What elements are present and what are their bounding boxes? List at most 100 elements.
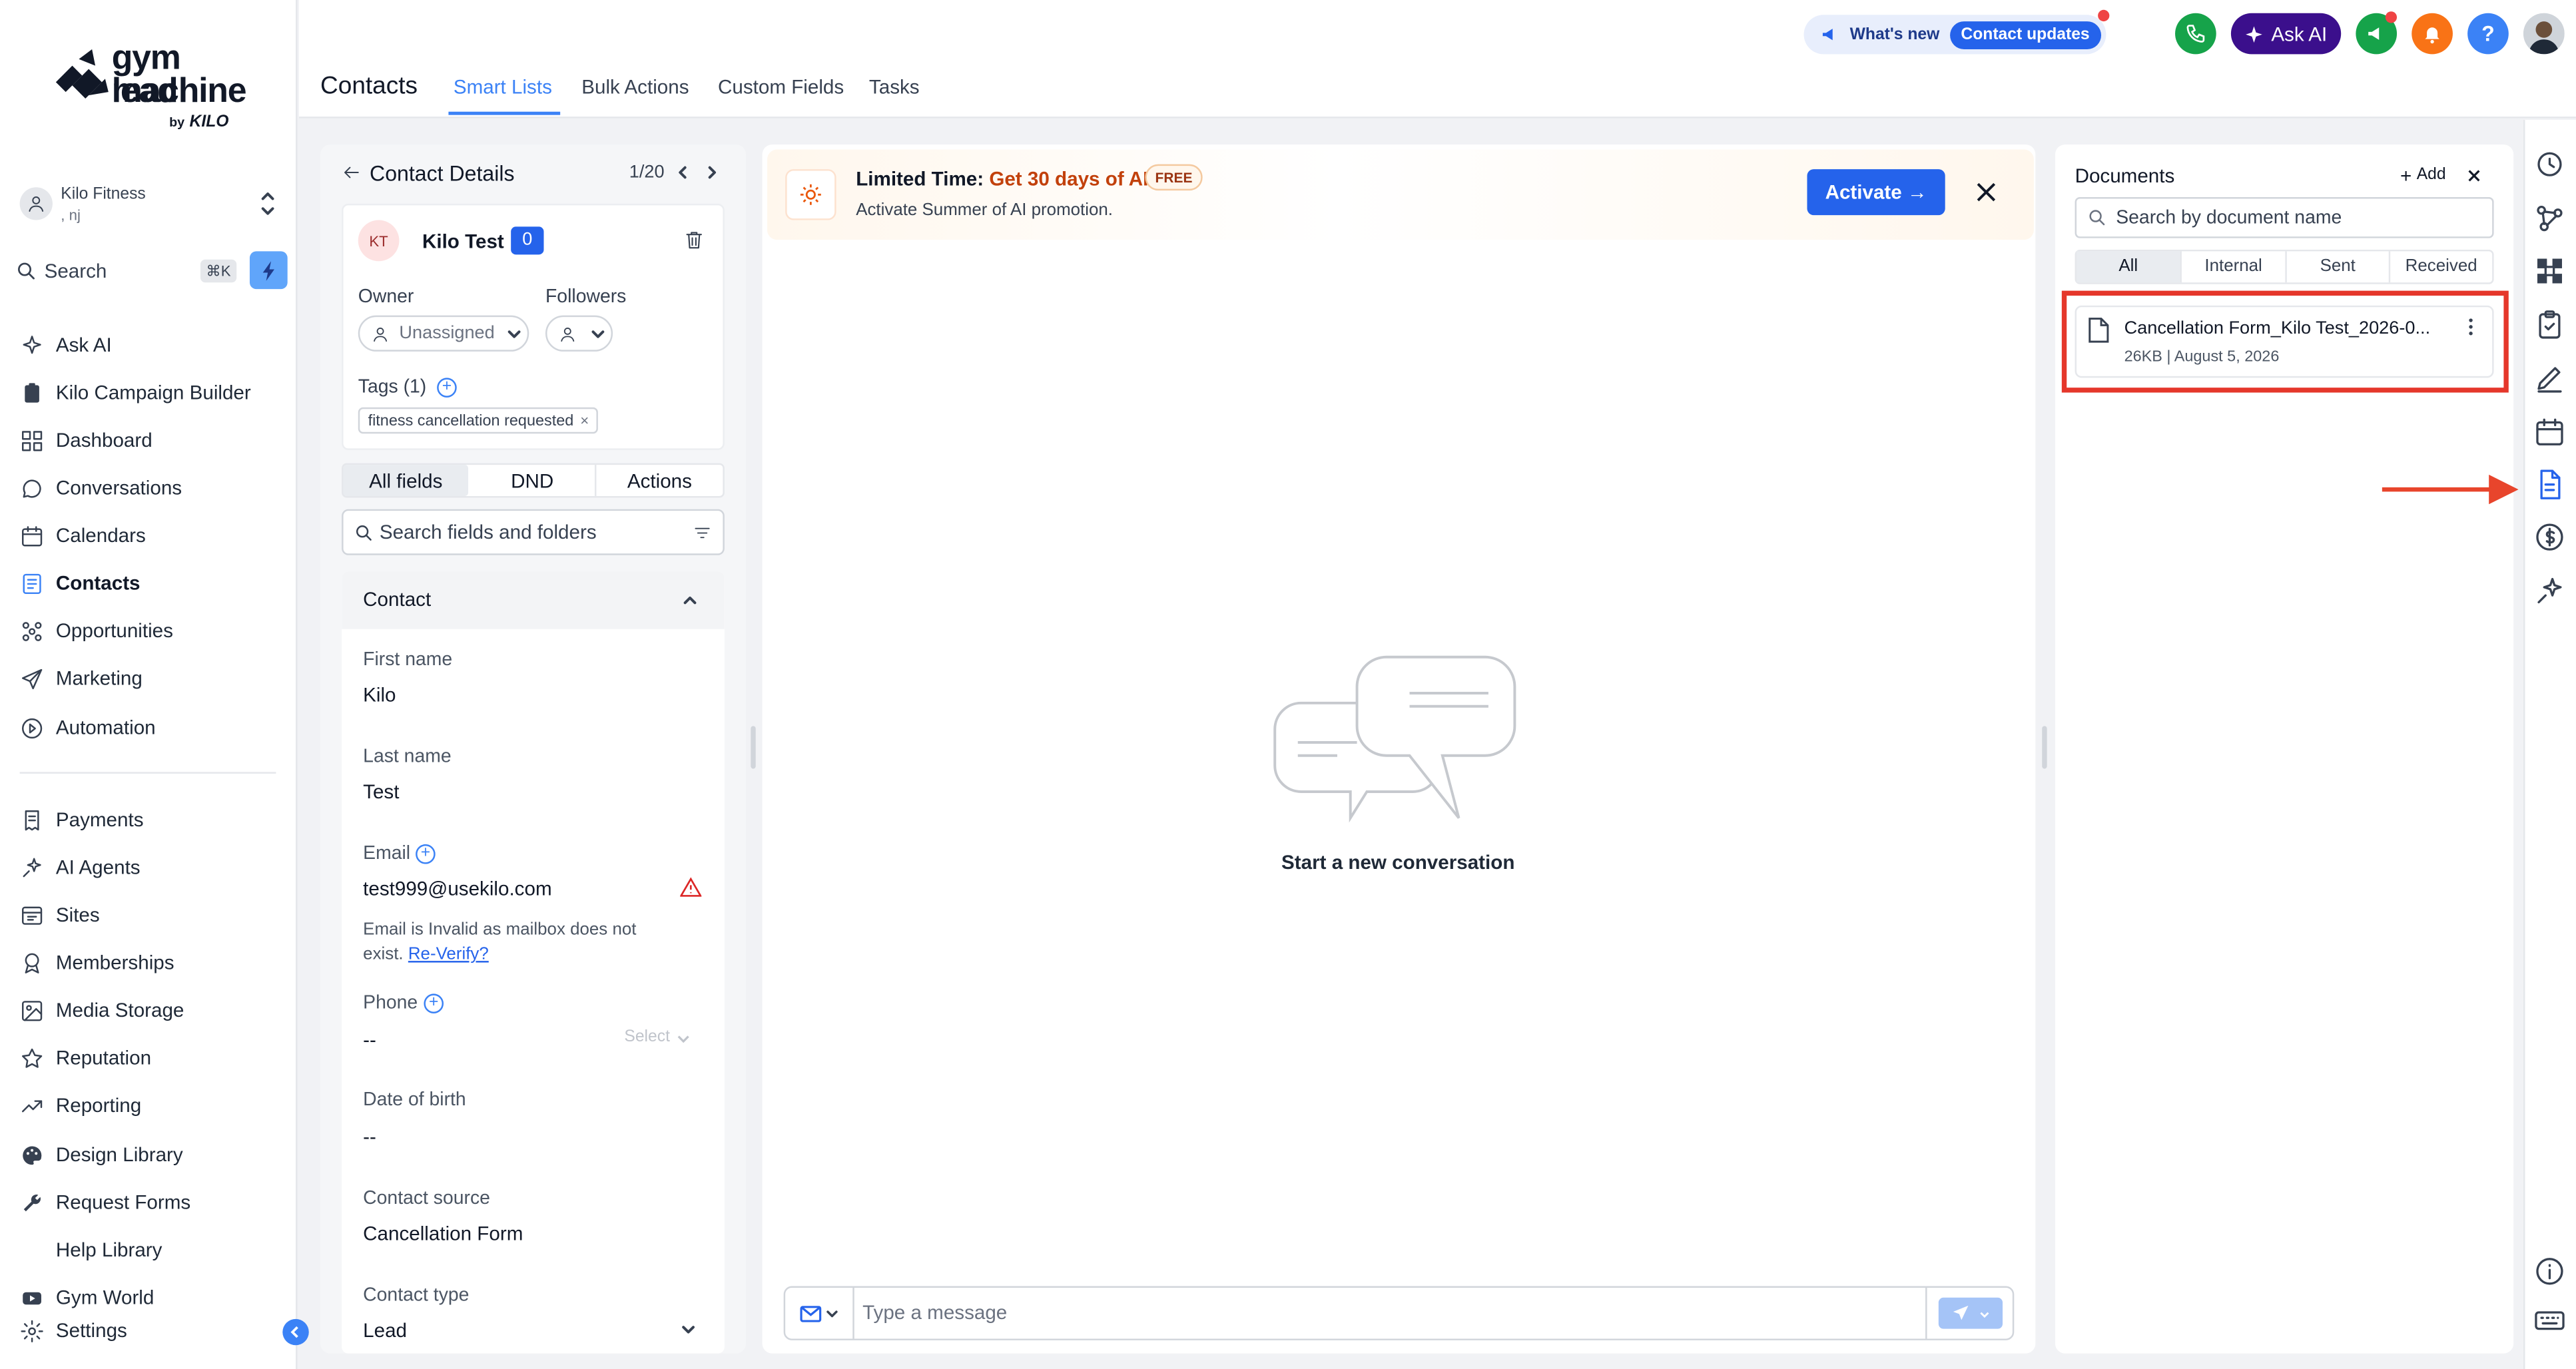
nav-settings[interactable]: Settings: [20, 1314, 127, 1346]
last-name-value[interactable]: Test: [363, 780, 399, 804]
calendar-icon[interactable]: [2533, 415, 2566, 448]
nav-memberships[interactable]: Memberships: [20, 946, 174, 979]
chevron-right-icon[interactable]: [703, 164, 720, 181]
documents-icon[interactable]: [2533, 468, 2566, 501]
nav-sites[interactable]: Sites: [20, 898, 100, 931]
opportunities-icon[interactable]: [2533, 254, 2566, 287]
contact-type-value[interactable]: Lead: [363, 1319, 407, 1342]
phone-value[interactable]: --: [363, 1028, 376, 1051]
tab-dnd[interactable]: DND: [470, 465, 595, 496]
nav-automation-label: Automation: [55, 716, 156, 740]
nav-marketing[interactable]: Marketing: [20, 662, 143, 694]
whats-new-pill[interactable]: What's new Contact updates: [1803, 15, 2106, 55]
doc-tab-internal[interactable]: Internal: [2180, 251, 2285, 283]
email-warning: Email is Invalid as mailbox does not exi…: [363, 918, 675, 967]
user-avatar[interactable]: [2523, 13, 2565, 55]
nav-conversations[interactable]: Conversations: [20, 471, 182, 504]
nav-help-library[interactable]: Help Library: [56, 1234, 162, 1266]
filter-icon[interactable]: [693, 523, 711, 541]
help-button[interactable]: ?: [2467, 13, 2509, 55]
pen-icon[interactable]: [2533, 362, 2566, 394]
nav-reputation[interactable]: Reputation: [20, 1041, 151, 1074]
quick-action-button[interactable]: [249, 251, 288, 290]
ask-ai-button[interactable]: Ask AI: [2230, 13, 2342, 55]
tag-remove-icon[interactable]: ×: [580, 412, 589, 429]
add-email-button[interactable]: +: [416, 844, 436, 864]
nav-payments[interactable]: Payments: [20, 803, 144, 836]
activity-clock-icon[interactable]: [2533, 148, 2566, 180]
tab-bulk-actions[interactable]: Bulk Actions: [581, 75, 689, 99]
tab-smart-lists[interactable]: Smart Lists: [454, 75, 552, 99]
contact-updates-label[interactable]: Contact updates: [1949, 20, 2101, 49]
doc-tab-received[interactable]: Received: [2388, 251, 2492, 283]
nav-reporting[interactable]: Reporting: [20, 1089, 141, 1121]
chevron-up-icon[interactable]: [682, 591, 699, 608]
nav-calendars[interactable]: Calendars: [20, 519, 146, 552]
chevron-down-icon[interactable]: [680, 1322, 697, 1339]
first-name-value[interactable]: Kilo: [363, 683, 396, 706]
reverify-link[interactable]: Re-Verify?: [408, 944, 489, 964]
page-title: Contacts: [320, 72, 418, 101]
account-avatar: [19, 187, 53, 220]
nav-gym-world[interactable]: Gym World: [20, 1281, 154, 1314]
nav-media-storage[interactable]: Media Storage: [20, 993, 184, 1026]
phone-label: Phone: [363, 993, 418, 1014]
info-icon[interactable]: [2533, 1255, 2566, 1288]
keyboard-icon[interactable]: [2533, 1304, 2566, 1337]
nav-campaign-builder[interactable]: Kilo Campaign Builder: [20, 376, 251, 409]
tasks-clipboard-icon[interactable]: [2533, 309, 2566, 342]
notifications-button[interactable]: [2412, 13, 2453, 55]
doc-tab-sent[interactable]: Sent: [2285, 251, 2388, 283]
send-icon: [21, 668, 43, 688]
dob-value[interactable]: --: [363, 1125, 376, 1149]
close-icon[interactable]: [2467, 169, 2481, 182]
doc-tab-all[interactable]: All: [2077, 251, 2180, 283]
tab-tasks[interactable]: Tasks: [869, 75, 920, 99]
followers-select[interactable]: [545, 315, 613, 352]
source-value[interactable]: Cancellation Form: [363, 1222, 523, 1245]
nav-opportunities[interactable]: Opportunities: [20, 615, 173, 647]
nav-contacts[interactable]: Contacts: [20, 567, 141, 599]
megaphone-icon: [1822, 29, 1833, 41]
chevron-left-icon[interactable]: [675, 164, 692, 181]
field-search-input[interactable]: Search fields and folders: [342, 509, 725, 555]
owner-select[interactable]: Unassigned: [358, 315, 529, 352]
nav-request-forms[interactable]: Request Forms: [20, 1186, 191, 1219]
nav-design-library-label: Design Library: [55, 1143, 183, 1167]
ai-sparkle-icon[interactable]: [2533, 575, 2566, 607]
contact-score-badge: 0: [511, 226, 544, 255]
activate-button[interactable]: Activate →: [1807, 169, 1945, 216]
brand-logo[interactable]: gym lead machine by KILO: [49, 41, 247, 135]
message-input[interactable]: Type a message: [862, 1301, 1007, 1324]
nav-design-library[interactable]: Design Library: [20, 1138, 183, 1171]
tab-active-indicator: [448, 111, 561, 115]
nav-ai-agents[interactable]: AI Agents: [20, 851, 141, 884]
nav-ai-agents-label: AI Agents: [55, 856, 141, 879]
left-splitter-handle[interactable]: [751, 726, 756, 769]
send-button[interactable]: [1938, 1297, 2003, 1329]
sidebar-search[interactable]: Search: [17, 254, 197, 287]
add-tag-button[interactable]: +: [437, 378, 457, 398]
tab-actions[interactable]: Actions: [596, 465, 723, 496]
trash-icon[interactable]: [683, 228, 705, 252]
tab-custom-fields[interactable]: Custom Fields: [718, 75, 844, 99]
email-value[interactable]: test999@usekilo.com: [363, 877, 551, 900]
back-arrow-icon[interactable]: [342, 162, 362, 182]
collapse-sidebar-button[interactable]: [282, 1318, 309, 1346]
right-splitter-handle[interactable]: [2042, 726, 2047, 769]
nav-automation[interactable]: Automation: [20, 711, 156, 744]
add-phone-button[interactable]: +: [424, 993, 444, 1014]
phone-button[interactable]: [2175, 13, 2216, 55]
add-document-button[interactable]: + Add: [2400, 165, 2446, 185]
document-search-placeholder: Search by document name: [2116, 208, 2342, 228]
phone-type-select[interactable]: Select: [624, 1028, 689, 1046]
close-icon[interactable]: [1977, 182, 1997, 202]
channel-select[interactable]: [785, 1287, 854, 1339]
dollar-circle-icon[interactable]: [2533, 521, 2566, 553]
nav-dashboard[interactable]: Dashboard: [20, 423, 153, 456]
tab-all-fields[interactable]: All fields: [343, 465, 469, 496]
nav-ask-ai[interactable]: Ask AI: [20, 328, 112, 361]
account-switcher[interactable]: Kilo Fitness , nj: [17, 180, 280, 226]
workflow-icon[interactable]: [2533, 202, 2566, 234]
document-search-input[interactable]: Search by document name: [2075, 197, 2494, 238]
